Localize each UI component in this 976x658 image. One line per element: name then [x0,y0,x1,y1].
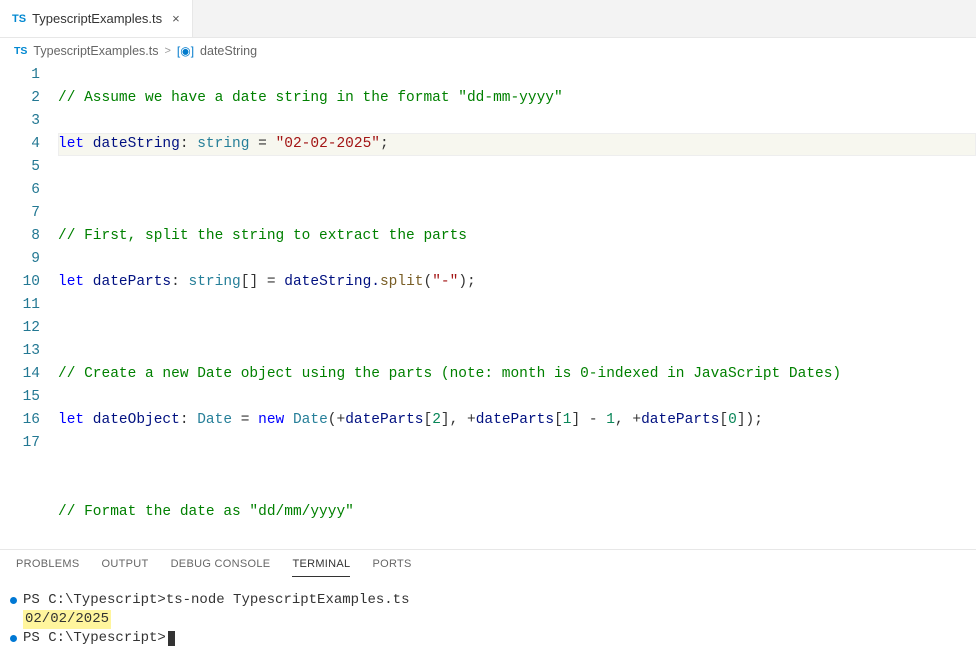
line-number: 16 [0,409,40,432]
code-token: string [189,274,241,290]
code-token: ( [424,274,433,290]
code-token: let [58,412,84,428]
line-number: 17 [0,432,40,455]
code-token: dateParts [84,274,171,290]
panel-tab-bar: PROBLEMS OUTPUT DEBUG CONSOLE TERMINAL P… [0,549,976,577]
line-number: 2 [0,87,40,110]
line-number: 1 [0,64,40,87]
code-token: dateParts [641,412,719,428]
code-token: // Format the date as "dd/mm/yyyy" [58,504,354,520]
symbol-variable-icon: [◉] [177,44,194,58]
cursor-icon [168,631,175,646]
line-number: 3 [0,110,40,133]
code-token: : [180,412,197,428]
code-token: dateParts [476,412,554,428]
code-token: = [232,412,258,428]
code-token: 2 [432,412,441,428]
line-number: 7 [0,202,40,225]
line-number: 12 [0,317,40,340]
code-token: 1 [606,412,615,428]
line-number-gutter: 1 2 3 4 5 6 7 8 9 10 11 12 13 14 15 16 1… [0,64,58,549]
code-token: ); [458,274,475,290]
code-token: [] = [241,274,285,290]
code-token: (+ [328,412,345,428]
line-number: 10 [0,271,40,294]
breadcrumb: TS TypescriptExamples.ts > [◉] dateStrin… [0,38,976,64]
code-token: // Assume we have a date string in the f… [58,90,563,106]
code-token: // Create a new Date object using the pa… [58,366,841,382]
line-number: 11 [0,294,40,317]
breadcrumb-file[interactable]: TypescriptExamples.ts [33,44,158,58]
code-token: string [197,136,249,152]
tab-ports[interactable]: PORTS [372,558,411,577]
terminal-line: PS C:\Typescript> [10,629,966,648]
chevron-right-icon: > [164,45,170,57]
line-number: 9 [0,248,40,271]
tab-terminal[interactable]: TERMINAL [292,558,350,577]
line-number: 6 [0,179,40,202]
line-number: 4 [0,133,40,156]
code-token: 0 [728,412,737,428]
code-token: "-" [432,274,458,290]
code-token: : [171,274,188,290]
terminal-output-line: 02/02/2025 [10,610,966,629]
breadcrumb-symbol[interactable]: dateString [200,44,257,58]
code-token: "02-02-2025" [276,136,380,152]
code-token [284,412,293,428]
code-token: dateParts [345,412,423,428]
editor-tab[interactable]: TS TypescriptExamples.ts × [0,0,193,37]
tab-debug-console[interactable]: DEBUG CONSOLE [171,558,271,577]
code-editor[interactable]: 1 2 3 4 5 6 7 8 9 10 11 12 13 14 15 16 1… [0,64,976,549]
code-token: ; [380,136,389,152]
terminal-line: PS C:\Typescript> ts-node TypescriptExam… [10,591,966,610]
code-token: Date [293,412,328,428]
line-number: 15 [0,386,40,409]
ts-file-icon: TS [12,13,26,25]
line-number: 13 [0,340,40,363]
code-token: dateObject [84,412,180,428]
tab-output[interactable]: OUTPUT [102,558,149,577]
code-token: = [249,136,275,152]
code-token: new [258,412,284,428]
code-token: let [58,136,84,152]
code-token: dateString. [284,274,380,290]
code-token: ] - [571,412,606,428]
code-token: [ [719,412,728,428]
close-icon[interactable]: × [172,11,180,26]
line-number: 8 [0,225,40,248]
terminal-prompt: PS C:\Typescript> [23,629,166,648]
tab-filename: TypescriptExamples.ts [32,11,162,26]
line-number: 5 [0,156,40,179]
prompt-dot-icon [10,635,17,642]
code-token: let [58,274,84,290]
code-token: ]); [737,412,763,428]
code-token: // First, split the string to extract th… [58,228,467,244]
tab-bar: TS TypescriptExamples.ts × [0,0,976,38]
code-token: [ [424,412,433,428]
code-content[interactable]: // Assume we have a date string in the f… [58,64,976,549]
line-number: 14 [0,363,40,386]
terminal-prompt: PS C:\Typescript> [23,591,166,610]
code-token: ], + [441,412,476,428]
code-token: dateString [84,136,180,152]
prompt-dot-icon [10,597,17,604]
terminal-panel[interactable]: PS C:\Typescript> ts-node TypescriptExam… [0,577,976,658]
terminal-output: 02/02/2025 [23,610,111,629]
tab-problems[interactable]: PROBLEMS [16,558,80,577]
terminal-command: ts-node TypescriptExamples.ts [166,591,410,610]
ts-file-icon: TS [14,45,27,57]
code-token: , + [615,412,641,428]
code-token: : [180,136,197,152]
code-token: [ [554,412,563,428]
code-token: Date [197,412,232,428]
code-token: split [380,274,424,290]
